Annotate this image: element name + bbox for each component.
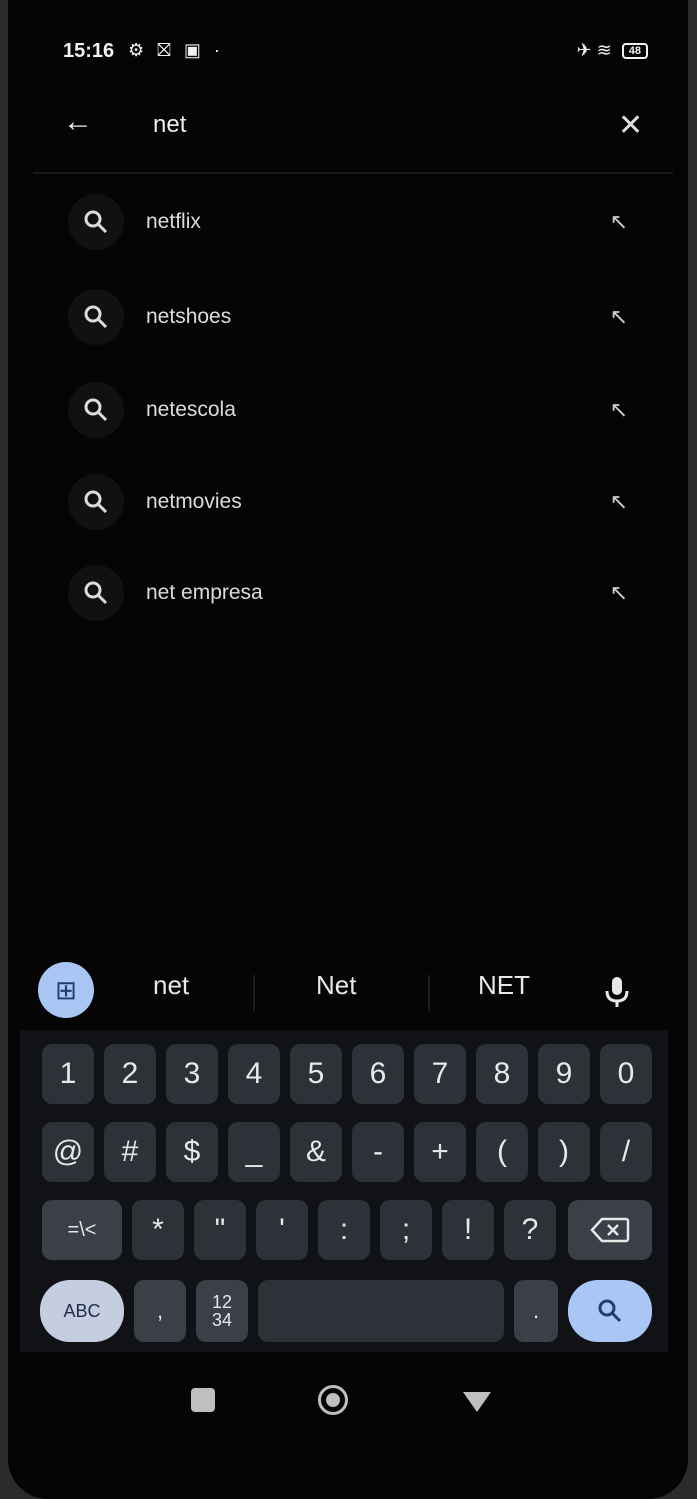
search-icon bbox=[68, 289, 124, 345]
key-double-quote[interactable]: " bbox=[194, 1200, 246, 1260]
search-icon bbox=[68, 194, 124, 250]
key-more-symbols[interactable]: =\< bbox=[42, 1200, 122, 1260]
search-icon[interactable] bbox=[568, 1280, 652, 1342]
key-6[interactable]: 6 bbox=[352, 1044, 404, 1104]
divider bbox=[428, 975, 430, 1011]
key-exclamation[interactable]: ! bbox=[442, 1200, 494, 1260]
key-numpad[interactable]: 12 34 bbox=[196, 1280, 248, 1342]
keyboard-suggestion[interactable]: NET bbox=[478, 970, 530, 1001]
numpad-bottom: 34 bbox=[211, 1310, 233, 1330]
battery-icon: 48 bbox=[621, 42, 648, 59]
key-abc[interactable]: ABC bbox=[40, 1280, 124, 1342]
key-1[interactable]: 1 bbox=[42, 1044, 94, 1104]
key-9[interactable]: 9 bbox=[538, 1044, 590, 1104]
arrow-up-left-icon[interactable]: ↖ bbox=[610, 580, 628, 606]
suggestion-text: netmovies bbox=[146, 490, 242, 513]
arrow-up-left-icon[interactable]: ↖ bbox=[610, 209, 628, 235]
key-slash[interactable]: / bbox=[600, 1122, 652, 1182]
key-ampersand[interactable]: & bbox=[290, 1122, 342, 1182]
recent-apps-icon[interactable] bbox=[191, 1388, 215, 1412]
status-notification-icons: ⚙ ⛝ ▣ · bbox=[128, 40, 224, 60]
suggestion-text: netescola bbox=[146, 398, 236, 421]
key-3[interactable]: 3 bbox=[166, 1044, 218, 1104]
search-icon bbox=[68, 474, 124, 530]
key-paren-close[interactable]: ) bbox=[538, 1122, 590, 1182]
key-question[interactable]: ? bbox=[504, 1200, 556, 1260]
suggestion-text: netshoes bbox=[146, 305, 232, 328]
key-at[interactable]: @ bbox=[42, 1122, 94, 1182]
suggestion-item[interactable]: netescola ↖ bbox=[68, 370, 668, 450]
backspace-icon[interactable] bbox=[568, 1200, 652, 1260]
key-2[interactable]: 2 bbox=[104, 1044, 156, 1104]
divider bbox=[253, 975, 255, 1011]
key-underscore[interactable]: _ bbox=[228, 1122, 280, 1182]
key-period[interactable]: . bbox=[514, 1280, 558, 1342]
key-dollar[interactable]: $ bbox=[166, 1122, 218, 1182]
key-minus[interactable]: - bbox=[352, 1122, 404, 1182]
key-hash[interactable]: # bbox=[104, 1122, 156, 1182]
key-8[interactable]: 8 bbox=[476, 1044, 528, 1104]
airplane-wifi-icons: ✈ ≋ bbox=[576, 40, 612, 60]
suggestion-item[interactable]: netshoes ↖ bbox=[68, 277, 668, 357]
key-0[interactable]: 0 bbox=[600, 1044, 652, 1104]
microphone-icon[interactable] bbox=[603, 975, 631, 1016]
key-paren-open[interactable]: ( bbox=[476, 1122, 528, 1182]
search-input[interactable] bbox=[151, 110, 535, 140]
keyboard-suggestion[interactable]: Net bbox=[316, 970, 356, 1001]
numpad-top: 12 bbox=[211, 1292, 233, 1312]
search-icon bbox=[68, 382, 124, 438]
close-icon[interactable]: ✕ bbox=[618, 108, 643, 143]
key-asterisk[interactable]: * bbox=[132, 1200, 184, 1260]
search-icon bbox=[68, 565, 124, 621]
back-triangle-icon[interactable] bbox=[463, 1392, 491, 1412]
key-4[interactable]: 4 bbox=[228, 1044, 280, 1104]
arrow-left-icon[interactable]: ← bbox=[63, 105, 93, 139]
key-colon[interactable]: : bbox=[318, 1200, 370, 1260]
keyboard-suggestion[interactable]: net bbox=[153, 970, 189, 1001]
space-bar[interactable] bbox=[258, 1280, 504, 1342]
home-icon[interactable] bbox=[318, 1385, 348, 1415]
arrow-up-left-icon[interactable]: ↖ bbox=[610, 397, 628, 423]
key-comma[interactable]: , bbox=[134, 1280, 186, 1342]
key-5[interactable]: 5 bbox=[290, 1044, 342, 1104]
apps-grid-icon[interactable]: ⊞ bbox=[38, 962, 94, 1018]
phone-screen: 15:16 ⚙ ⛝ ▣ · ✈ ≋ 48 ← ✕ netflix ↖ netsh… bbox=[8, 0, 688, 1499]
suggestion-item[interactable]: netflix ↖ bbox=[68, 182, 668, 262]
symbol-keyboard: 1 2 3 4 5 6 7 8 9 0 @ # $ _ & - + ( ) / … bbox=[20, 1030, 668, 1352]
key-single-quote[interactable]: ' bbox=[256, 1200, 308, 1260]
arrow-up-left-icon[interactable]: ↖ bbox=[610, 489, 628, 515]
arrow-up-left-icon[interactable]: ↖ bbox=[610, 304, 628, 330]
key-7[interactable]: 7 bbox=[414, 1044, 466, 1104]
suggestion-text: netflix bbox=[146, 210, 201, 233]
suggestion-item[interactable]: net empresa ↖ bbox=[68, 553, 668, 633]
suggestion-item[interactable]: netmovies ↖ bbox=[68, 462, 668, 542]
key-plus[interactable]: + bbox=[414, 1122, 466, 1182]
status-time: 15:16 bbox=[63, 40, 115, 62]
divider bbox=[33, 172, 673, 174]
key-semicolon[interactable]: ; bbox=[380, 1200, 432, 1260]
suggestion-text: net empresa bbox=[146, 581, 263, 604]
status-right-icons: ✈ ≋ 48 bbox=[577, 40, 648, 61]
